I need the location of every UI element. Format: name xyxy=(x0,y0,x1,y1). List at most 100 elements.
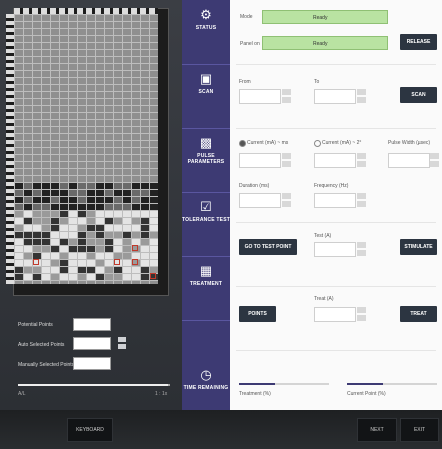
grid-cell[interactable] xyxy=(96,197,104,203)
grid-cell[interactable] xyxy=(114,239,122,245)
grid-cell[interactable] xyxy=(105,253,113,259)
grid-cell[interactable] xyxy=(51,197,59,203)
grid-cell[interactable] xyxy=(60,225,68,231)
selected-point-marker[interactable] xyxy=(132,245,138,251)
grid-cell[interactable] xyxy=(132,232,140,238)
grid-cell[interactable] xyxy=(60,211,68,217)
grid-cell[interactable] xyxy=(141,211,149,217)
grid-cell[interactable] xyxy=(150,211,158,217)
grid-cell[interactable] xyxy=(69,246,77,252)
current-a-radio[interactable] xyxy=(239,140,246,147)
grid-cell[interactable] xyxy=(51,225,59,231)
nav-item-scan[interactable]: ▣ SCAN xyxy=(182,64,230,129)
grid-cell[interactable] xyxy=(96,204,104,210)
grid-cell[interactable] xyxy=(51,253,59,259)
grid-cell[interactable] xyxy=(69,274,77,280)
grid-cell[interactable] xyxy=(105,267,113,273)
grid-cell[interactable] xyxy=(42,211,50,217)
grid-cell[interactable] xyxy=(105,246,113,252)
grid-cell[interactable] xyxy=(15,225,23,231)
grid-cell[interactable] xyxy=(69,211,77,217)
grid-cell[interactable] xyxy=(87,218,95,224)
grid-cell[interactable] xyxy=(42,274,50,280)
grid-cell[interactable] xyxy=(24,267,32,273)
grid-cell[interactable] xyxy=(24,232,32,238)
grid-cell[interactable] xyxy=(141,246,149,252)
grid-cell[interactable] xyxy=(150,190,158,196)
grid-cell[interactable] xyxy=(42,239,50,245)
grid-cell[interactable] xyxy=(96,190,104,196)
grid-cell[interactable] xyxy=(87,246,95,252)
grid-cell[interactable] xyxy=(114,211,122,217)
from-decrement[interactable] xyxy=(282,97,291,103)
frequency-input[interactable] xyxy=(314,193,356,208)
grid-cell[interactable] xyxy=(42,197,50,203)
grid-cell[interactable] xyxy=(132,218,140,224)
grid-cell[interactable] xyxy=(78,218,86,224)
treat-value-increment[interactable] xyxy=(357,307,366,313)
grid-cell[interactable] xyxy=(123,190,131,196)
next-button[interactable]: NEXT xyxy=(357,418,397,442)
duration-increment[interactable] xyxy=(282,193,291,199)
grid-cell[interactable] xyxy=(33,211,41,217)
grid-cell[interactable] xyxy=(141,183,149,189)
to-increment[interactable] xyxy=(357,89,366,95)
release-button[interactable]: RELEASE xyxy=(400,34,437,50)
grid-cell[interactable] xyxy=(33,274,41,280)
test-value-input[interactable] xyxy=(314,242,356,257)
grid-cell[interactable] xyxy=(69,267,77,273)
grid-cell[interactable] xyxy=(15,183,23,189)
grid-cell[interactable] xyxy=(33,190,41,196)
grid-cell[interactable] xyxy=(78,197,86,203)
pulse-width-decrement[interactable] xyxy=(430,161,439,167)
grid-cell[interactable] xyxy=(42,218,50,224)
grid-cell[interactable] xyxy=(123,211,131,217)
grid-cell[interactable] xyxy=(60,253,68,259)
auto-selected-up[interactable] xyxy=(118,337,126,342)
grid-cell[interactable] xyxy=(123,239,131,245)
grid-cell[interactable] xyxy=(33,204,41,210)
grid-cell[interactable] xyxy=(105,260,113,266)
grid-cell[interactable] xyxy=(123,183,131,189)
points-button[interactable]: POINTS xyxy=(239,306,276,322)
grid-cell[interactable] xyxy=(69,253,77,259)
grid-cell[interactable] xyxy=(114,246,122,252)
grid-cell[interactable] xyxy=(141,225,149,231)
grid-cell[interactable] xyxy=(150,204,158,210)
grid-cell[interactable] xyxy=(78,239,86,245)
grid-cell[interactable] xyxy=(24,218,32,224)
grid-cell[interactable] xyxy=(105,274,113,280)
grid-cell[interactable] xyxy=(15,190,23,196)
pulse-width-increment[interactable] xyxy=(430,153,439,159)
grid-cell[interactable] xyxy=(87,274,95,280)
grid-cell[interactable] xyxy=(51,232,59,238)
grid-cell[interactable] xyxy=(69,197,77,203)
grid-cell[interactable] xyxy=(105,190,113,196)
grid-cell[interactable] xyxy=(123,253,131,259)
grid-cell[interactable] xyxy=(51,260,59,266)
current-a-decrement[interactable] xyxy=(282,161,291,167)
grid-cell[interactable] xyxy=(87,225,95,231)
grid-cell[interactable] xyxy=(123,260,131,266)
grid-cell[interactable] xyxy=(87,190,95,196)
grid-cell[interactable] xyxy=(60,267,68,273)
grid-cell[interactable] xyxy=(78,246,86,252)
grid-cell[interactable] xyxy=(15,239,23,245)
grid-cell[interactable] xyxy=(96,218,104,224)
pulse-width-input[interactable] xyxy=(388,153,430,168)
selected-point-marker[interactable] xyxy=(33,259,39,265)
grid-cell[interactable] xyxy=(78,253,86,259)
grid-cell[interactable] xyxy=(150,232,158,238)
grid-cell[interactable] xyxy=(33,197,41,203)
grid-cell[interactable] xyxy=(96,246,104,252)
grid-cell[interactable] xyxy=(69,225,77,231)
grid-cell[interactable] xyxy=(51,204,59,210)
grid-cell[interactable] xyxy=(105,232,113,238)
test-value-decrement[interactable] xyxy=(357,250,366,256)
grid-cell[interactable] xyxy=(96,274,104,280)
grid-cell[interactable] xyxy=(24,183,32,189)
grid-cell[interactable] xyxy=(15,260,23,266)
grid-cell[interactable] xyxy=(51,190,59,196)
grid-cell[interactable] xyxy=(105,239,113,245)
from-increment[interactable] xyxy=(282,89,291,95)
